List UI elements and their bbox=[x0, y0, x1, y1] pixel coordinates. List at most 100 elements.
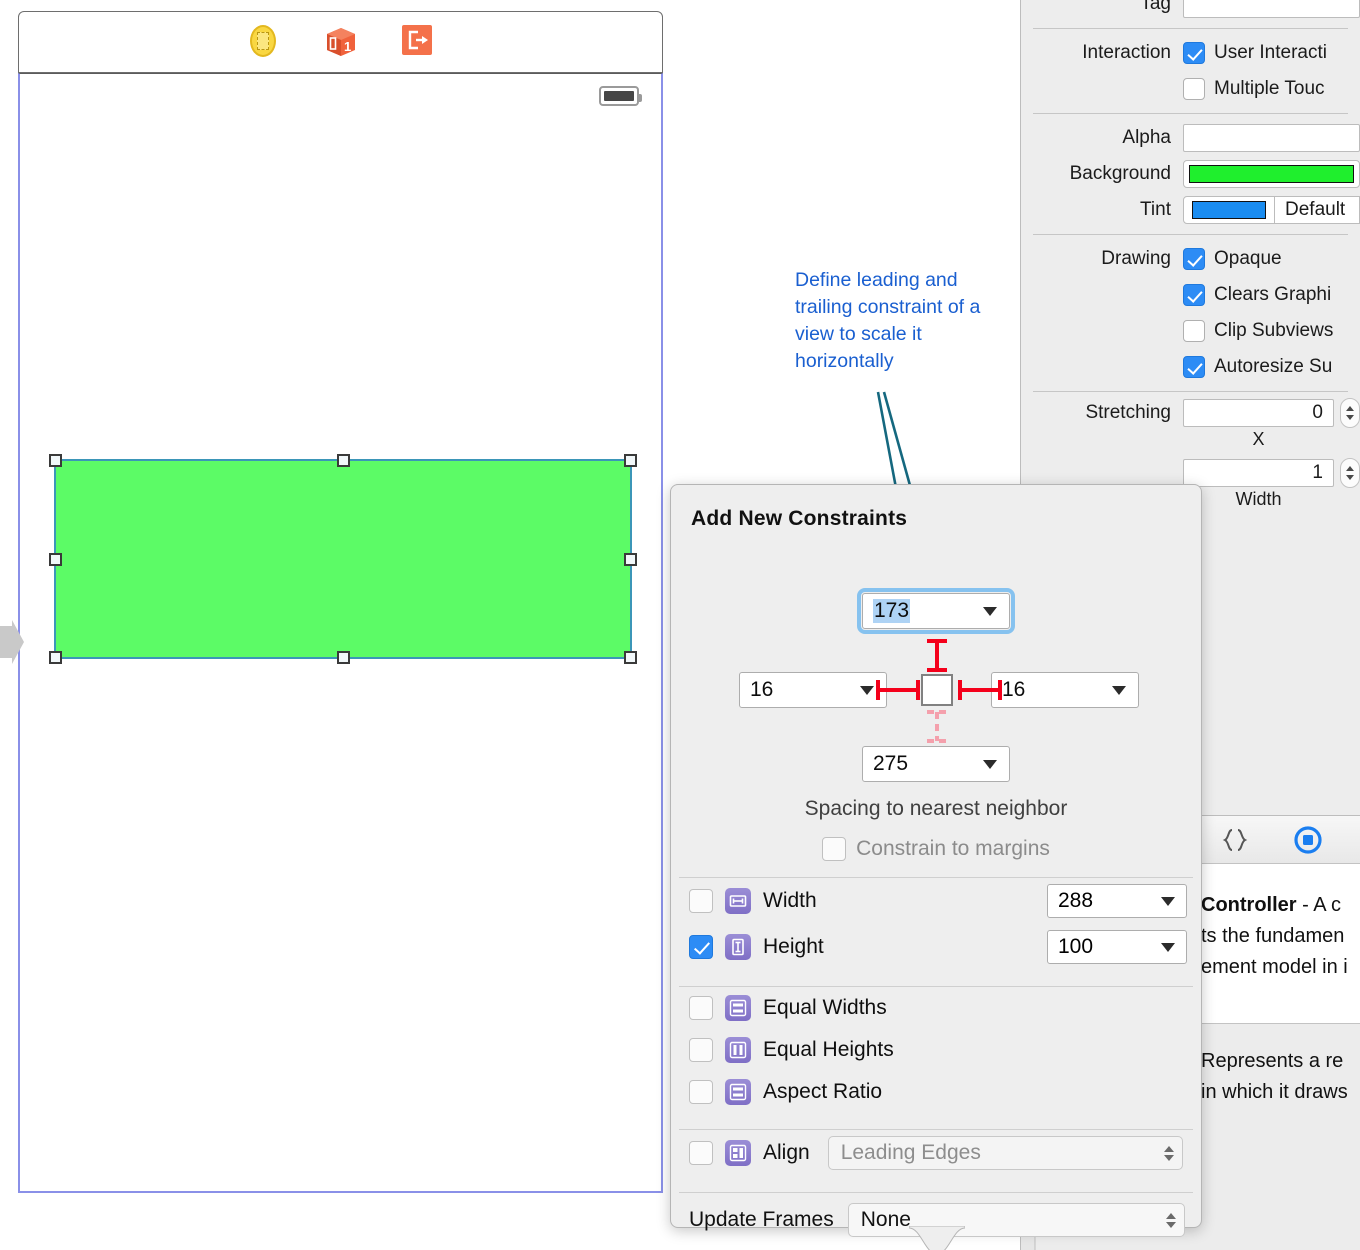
height-value-dropdown[interactable]: 100 bbox=[1047, 930, 1187, 964]
resize-handle-bottom-right[interactable] bbox=[624, 651, 637, 664]
align-checkbox[interactable] bbox=[689, 1141, 713, 1165]
clip-subviews-checkbox[interactable] bbox=[1183, 320, 1205, 342]
stretching-width-field[interactable]: 1 bbox=[1183, 459, 1334, 487]
width-checkbox[interactable] bbox=[689, 889, 713, 913]
background-color-swatch bbox=[1189, 165, 1354, 183]
option-row-aspect-ratio[interactable]: Aspect Ratio bbox=[671, 1071, 1201, 1113]
inspector-row-tint[interactable]: Tint Default bbox=[1021, 192, 1360, 228]
popover-title: Add New Constraints bbox=[691, 507, 908, 530]
constrain-to-margins-row[interactable]: Constrain to margins bbox=[671, 837, 1201, 861]
option-row-align[interactable]: Align Leading Edges bbox=[671, 1130, 1201, 1176]
resize-handle-middle-right[interactable] bbox=[624, 553, 637, 566]
status-bar bbox=[20, 74, 661, 116]
stretching-x-sublabel: X bbox=[1252, 429, 1265, 449]
add-new-constraints-popover[interactable]: Add New Constraints 173 16 16 275 Spacin… bbox=[670, 484, 1202, 1237]
resize-handle-top-center[interactable] bbox=[337, 454, 350, 467]
leading-spacing-dropdown[interactable]: 16 bbox=[739, 672, 887, 708]
library-detail-line2: in which it draws bbox=[1201, 1081, 1348, 1103]
drawing-label: Drawing bbox=[1101, 248, 1171, 269]
library-desc-line2: ts the fundamen bbox=[1201, 925, 1345, 947]
inspector-row-alpha[interactable]: Alpha bbox=[1021, 120, 1360, 156]
bottom-spacing-dropdown[interactable]: 275 bbox=[862, 746, 1010, 782]
user-interaction-label: User Interacti bbox=[1214, 42, 1327, 63]
inspector-row-background[interactable]: Background bbox=[1021, 156, 1360, 192]
aspect-ratio-checkbox[interactable] bbox=[689, 1080, 713, 1104]
resize-handle-top-left[interactable] bbox=[49, 454, 62, 467]
first-responder-cube-glyph: 1 bbox=[326, 28, 355, 56]
chevron-down-icon bbox=[983, 606, 997, 616]
tab-object-library[interactable] bbox=[1293, 823, 1323, 857]
user-interaction-checkbox[interactable] bbox=[1183, 42, 1205, 64]
equal-widths-label: Equal Widths bbox=[763, 996, 887, 1019]
update-frames-label: Update Frames bbox=[689, 1208, 834, 1231]
resize-handle-middle-left[interactable] bbox=[49, 553, 62, 566]
device-canvas[interactable] bbox=[18, 73, 663, 1193]
width-value: 288 bbox=[1058, 889, 1094, 912]
tint-label: Tint bbox=[1140, 199, 1171, 220]
autoresize-subviews-label: Autoresize Su bbox=[1214, 356, 1333, 377]
scene-dock[interactable]: 1 bbox=[18, 11, 663, 73]
tab-code-snippets[interactable] bbox=[1221, 823, 1249, 857]
option-row-width[interactable]: Width 288 bbox=[671, 878, 1201, 924]
option-row-equal-heights[interactable]: Equal Heights bbox=[671, 1029, 1201, 1071]
constraint-diagram[interactable]: 173 16 16 275 bbox=[671, 531, 1201, 803]
update-frames-value: None bbox=[860, 1208, 911, 1231]
trailing-constraint-ibeam-icon[interactable] bbox=[957, 673, 1003, 707]
height-label: Height bbox=[763, 935, 824, 958]
exit-icon[interactable] bbox=[401, 25, 436, 59]
align-select[interactable]: Leading Edges bbox=[827, 1136, 1183, 1170]
constraint-target-box bbox=[921, 674, 953, 706]
width-label: Width bbox=[763, 889, 817, 912]
inspector-row-tag[interactable]: Tag bbox=[1021, 0, 1360, 22]
bottom-constraint-ibeam-icon[interactable] bbox=[923, 709, 951, 745]
height-value: 100 bbox=[1058, 935, 1094, 958]
trailing-spacing-value: 16 bbox=[1002, 678, 1026, 701]
align-label: Align bbox=[763, 1141, 810, 1164]
inspector-row-drawing[interactable]: Drawing Opaque bbox=[1021, 241, 1360, 277]
chevron-updown-icon bbox=[1164, 1145, 1174, 1161]
stretching-x-stepper[interactable] bbox=[1340, 398, 1360, 428]
library-desc-rest: - A c bbox=[1296, 894, 1342, 916]
multiple-touch-checkbox[interactable] bbox=[1183, 78, 1205, 100]
tag-field[interactable] bbox=[1183, 0, 1360, 18]
resize-handle-bottom-center[interactable] bbox=[337, 651, 350, 664]
width-constraint-icon bbox=[725, 888, 751, 914]
leading-constraint-ibeam-icon[interactable] bbox=[875, 673, 921, 707]
first-responder-icon[interactable]: 1 bbox=[324, 25, 358, 59]
height-checkbox[interactable] bbox=[689, 935, 713, 959]
trailing-spacing-dropdown[interactable]: 16 bbox=[991, 672, 1139, 708]
top-constraint-ibeam-icon[interactable] bbox=[923, 638, 951, 674]
green-view[interactable] bbox=[49, 454, 637, 664]
inspector-row-multiple-touch[interactable]: Multiple Touc bbox=[1021, 71, 1360, 107]
stretching-width-stepper[interactable] bbox=[1340, 458, 1360, 488]
inspector-row-stretching-x[interactable]: Stretching 0 X bbox=[1021, 398, 1360, 450]
opaque-checkbox[interactable] bbox=[1183, 248, 1205, 270]
view-controller-icon[interactable] bbox=[246, 25, 280, 59]
code-snippet-icon bbox=[1222, 828, 1248, 851]
inspector-row-clip-subviews[interactable]: Clip Subviews bbox=[1021, 313, 1360, 349]
tint-color-well[interactable] bbox=[1183, 196, 1275, 224]
clears-graphics-checkbox[interactable] bbox=[1183, 284, 1205, 306]
option-row-equal-widths[interactable]: Equal Widths bbox=[671, 987, 1201, 1029]
constrain-to-margins-checkbox[interactable] bbox=[822, 837, 847, 861]
tint-value[interactable]: Default bbox=[1275, 196, 1360, 224]
autoresize-subviews-checkbox[interactable] bbox=[1183, 356, 1205, 378]
equal-heights-checkbox[interactable] bbox=[689, 1038, 713, 1062]
stretching-x-field[interactable]: 0 bbox=[1183, 399, 1334, 427]
aspect-ratio-icon bbox=[725, 1079, 751, 1105]
background-color-well[interactable] bbox=[1183, 160, 1360, 188]
annotation-text: Define leading and trailing constraint o… bbox=[795, 269, 981, 372]
inspector-row-autoresize[interactable]: Autoresize Su bbox=[1021, 349, 1360, 385]
width-value-dropdown[interactable]: 288 bbox=[1047, 884, 1187, 918]
resize-handle-bottom-left[interactable] bbox=[49, 651, 62, 664]
resize-handle-top-right[interactable] bbox=[624, 454, 637, 467]
alpha-field[interactable] bbox=[1183, 124, 1360, 152]
inspector-row-clears-graphics[interactable]: Clears Graphi bbox=[1021, 277, 1360, 313]
top-spacing-dropdown[interactable]: 173 bbox=[862, 593, 1010, 629]
option-row-height[interactable]: Height 100 bbox=[671, 924, 1201, 970]
update-frames-select[interactable]: None bbox=[847, 1203, 1185, 1237]
inspector-row-interaction[interactable]: Interaction User Interacti bbox=[1021, 35, 1360, 71]
equal-widths-checkbox[interactable] bbox=[689, 996, 713, 1020]
divider bbox=[1033, 113, 1348, 114]
bottom-spacing-value: 275 bbox=[873, 752, 909, 775]
